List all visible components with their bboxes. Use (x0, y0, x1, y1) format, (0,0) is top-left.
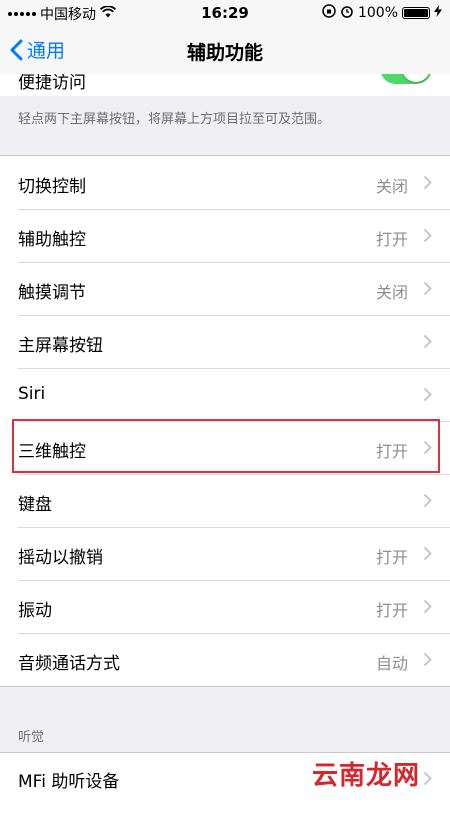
section-header-hearing: 听觉 (18, 730, 45, 745)
row-label: 辅助触控 (18, 230, 86, 250)
navigation-bar: 通用 辅助功能 (0, 26, 450, 75)
row-label: MFi 助听设备 (18, 772, 120, 792)
list-item-vibration[interactable]: 振动 打开 (0, 580, 450, 633)
list-item-siri[interactable]: Siri (0, 368, 450, 421)
row-label: 切换控制 (18, 177, 86, 197)
chevron-right-icon (423, 228, 432, 243)
row-value: 打开 (375, 230, 408, 249)
reachability-toggle[interactable] (380, 74, 432, 84)
row-value: 关闭 (375, 283, 408, 302)
chevron-right-icon (423, 281, 432, 296)
status-bar: 中国移动 16:29 100% (0, 0, 450, 26)
reachability-description: 轻点两下主屏幕按钮，将屏幕上方项目拉至可及范围。 (18, 112, 331, 127)
reachability-label: 便捷访问 (18, 74, 86, 93)
list-item-call-audio-routing[interactable]: 音频通话方式 自动 (0, 633, 450, 686)
row-label: 音频通话方式 (18, 654, 120, 674)
chevron-right-icon (423, 546, 432, 561)
chevron-right-icon (423, 493, 432, 508)
row-label: 振动 (18, 601, 52, 621)
list-item-switch-control[interactable]: 切换控制 关闭 (0, 156, 450, 209)
row-label: 键盘 (18, 495, 52, 515)
charging-icon (434, 5, 442, 21)
highlight-box (12, 419, 440, 473)
page-title: 辅助功能 (186, 42, 263, 64)
list-item-assistive-touch[interactable]: 辅助触控 打开 (0, 209, 450, 262)
row-label: 触摸调节 (18, 283, 86, 303)
status-right: 100% (322, 4, 442, 22)
row-label: Siri (18, 384, 46, 404)
chevron-right-icon (423, 599, 432, 614)
battery-percent: 100% (357, 5, 398, 21)
chevron-right-icon (423, 387, 432, 402)
list-item-home-button[interactable]: 主屏幕按钮 (0, 315, 450, 368)
battery-icon (402, 7, 430, 19)
orientation-lock-icon (322, 4, 336, 22)
row-label: 主屏幕按钮 (18, 336, 103, 356)
row-value: 自动 (375, 654, 408, 673)
row-value: 打开 (375, 548, 408, 567)
row-value: 关闭 (375, 177, 408, 196)
chevron-right-icon (423, 652, 432, 667)
chevron-right-icon (423, 175, 432, 190)
list-item-keyboard[interactable]: 键盘 (0, 474, 450, 527)
row-label: 摇动以撤销 (18, 548, 103, 568)
chevron-right-icon (423, 771, 432, 786)
watermark-logo: 云南龙网 (311, 761, 420, 791)
list-item-shake-to-undo[interactable]: 摇动以撤销 打开 (0, 527, 450, 580)
row-value: 打开 (375, 601, 408, 620)
alarm-icon (340, 4, 354, 22)
reachability-row[interactable]: 便捷访问 (0, 74, 450, 96)
chevron-right-icon (423, 334, 432, 349)
list-item-touch-accommodations[interactable]: 触摸调节 关闭 (0, 262, 450, 315)
